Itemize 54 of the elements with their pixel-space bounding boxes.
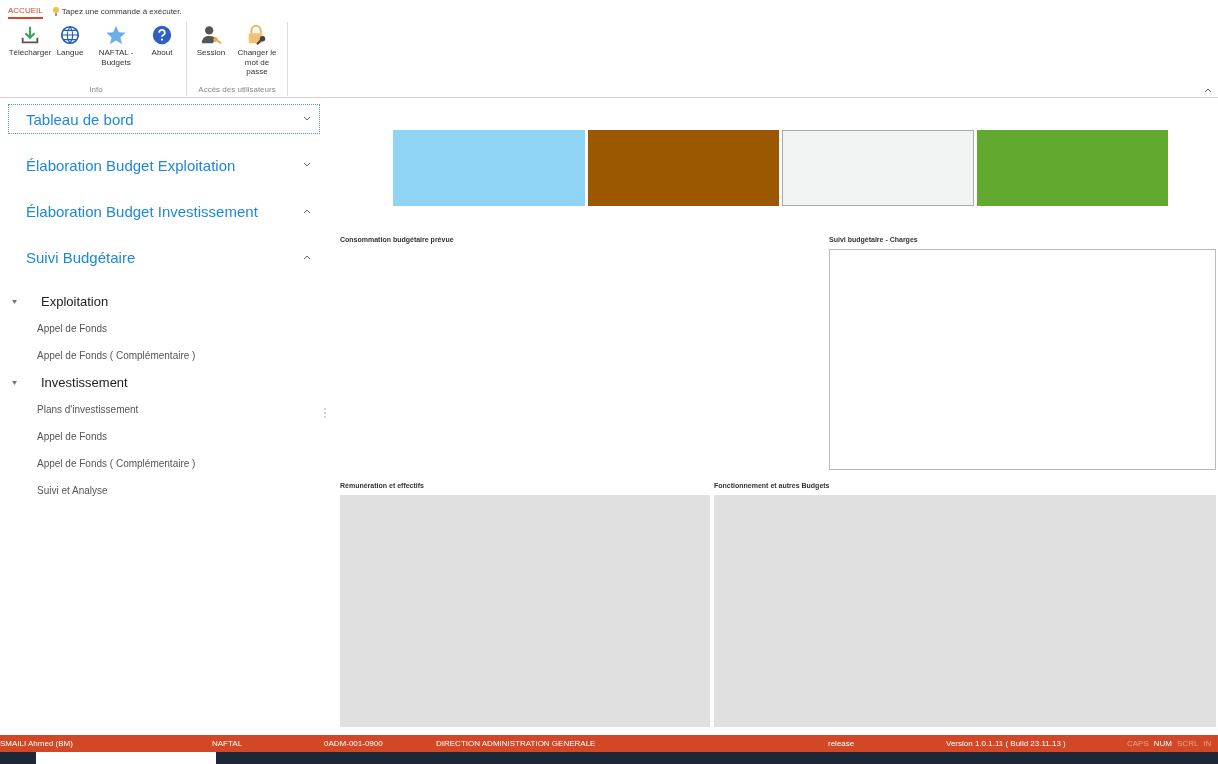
status-field: DIRECTION ADMINISTRATION GENERALE bbox=[436, 739, 828, 748]
chevron-icon bbox=[303, 116, 311, 122]
globe-icon bbox=[59, 24, 81, 46]
nav-group-header[interactable]: Suivi Budgétaire bbox=[8, 242, 320, 272]
tree-node-label: Investissement bbox=[41, 375, 128, 390]
taskbar-search-field[interactable] bbox=[36, 752, 216, 764]
ribbon-button[interactable]: Télécharger bbox=[10, 22, 50, 85]
nav-group-header[interactable]: Tableau de bord bbox=[8, 104, 320, 134]
chevron-icon bbox=[303, 254, 311, 260]
help-icon bbox=[151, 24, 173, 46]
group-label: Info bbox=[88, 85, 104, 96]
expand-triangle-icon[interactable] bbox=[12, 300, 17, 304]
tree-node-label: Exploitation bbox=[41, 294, 109, 309]
ribbon-button[interactable]: Session bbox=[191, 22, 231, 85]
nav-group-title: Tableau de bord bbox=[26, 110, 134, 128]
tree-item[interactable]: Plans d'investissement bbox=[8, 396, 320, 423]
ribbon-tab[interactable]: ACCUEIL bbox=[8, 3, 43, 19]
group-label: Accès des utilisateurs bbox=[197, 85, 277, 96]
key-indicator: SCRL bbox=[1177, 739, 1199, 748]
nav-group-header[interactable]: Élaboration Budget Investissement bbox=[8, 196, 320, 226]
nav-group-title: Élaboration Budget Investissement bbox=[26, 202, 258, 220]
collapse-icon[interactable] bbox=[1204, 87, 1212, 93]
nav-group-title: Élaboration Budget Exploitation bbox=[26, 156, 236, 174]
status-field: release bbox=[828, 739, 946, 748]
chevron-icon bbox=[303, 162, 311, 168]
tree-node[interactable]: Exploitation bbox=[8, 288, 320, 315]
nav-group-header[interactable]: Élaboration Budget Exploitation bbox=[8, 150, 320, 180]
splitter-handle[interactable] bbox=[324, 408, 326, 418]
user-key-icon bbox=[200, 24, 222, 46]
ribbon-button[interactable]: Langue bbox=[50, 22, 90, 85]
key-indicator: IN bbox=[1203, 739, 1212, 748]
ribbon-button[interactable]: NAFTAL - Budgets bbox=[90, 22, 142, 85]
expand-triangle-icon[interactable] bbox=[12, 381, 17, 385]
tree-item[interactable]: Appel de Fonds ( Complémentaire ) bbox=[8, 342, 320, 369]
nav-group-title: Suivi Budgétaire bbox=[26, 248, 136, 266]
status-field: NAFTAL bbox=[212, 739, 324, 748]
chevron-icon bbox=[303, 208, 311, 214]
status-field: SMAILI Ahmed (BM) bbox=[0, 739, 212, 748]
tree-item[interactable]: Appel de Fonds ( Complémentaire ) bbox=[8, 450, 320, 477]
tree-item[interactable]: Appel de Fonds bbox=[8, 423, 320, 450]
ribbon-button[interactable]: About bbox=[142, 22, 182, 85]
tell-me-field[interactable]: Tapez une commande à exécuter. bbox=[61, 6, 182, 16]
key-indicator: NUM bbox=[1153, 739, 1172, 748]
lock-key-icon bbox=[246, 24, 268, 46]
tree-item[interactable]: Appel de Fonds bbox=[8, 315, 320, 342]
status-field: 0ADM-001-0900 bbox=[324, 739, 436, 748]
lightbulb-icon bbox=[52, 6, 59, 16]
star-icon bbox=[105, 24, 127, 46]
tree-item[interactable]: Suivi et Analyse bbox=[8, 477, 320, 504]
download-icon bbox=[19, 24, 41, 46]
ribbon-button[interactable]: Changer le mot de passe bbox=[231, 22, 283, 85]
key-indicator: CAPS bbox=[1127, 739, 1149, 748]
status-field: Version 1.0.1.11 ( Build 23.11.13 ) bbox=[946, 739, 1122, 748]
tree-node[interactable]: Investissement bbox=[8, 369, 320, 396]
